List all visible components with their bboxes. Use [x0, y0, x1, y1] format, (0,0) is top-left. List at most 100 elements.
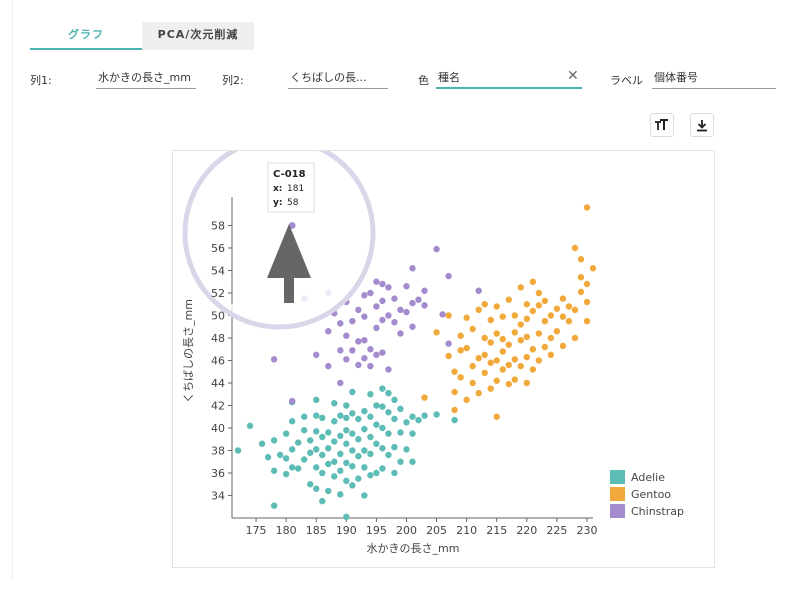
clear-icon[interactable]: ✕ [567, 68, 579, 84]
data-point [282, 455, 290, 462]
data-point [355, 475, 362, 482]
data-point [343, 414, 350, 422]
tooltip-y-value: 58 [287, 198, 299, 208]
data-point [535, 289, 543, 297]
data-point [463, 396, 470, 404]
scatter-chart: 175 180 185 190 195 200 205 210 215 220 225 230 34 36… [182, 151, 684, 555]
data-point [331, 458, 338, 465]
data-point [517, 284, 524, 291]
download-icon [697, 119, 707, 131]
x-tick-label: 200 [396, 524, 417, 537]
data-point [553, 305, 561, 312]
data-point [373, 278, 380, 285]
x-tick-label: 195 [366, 524, 387, 537]
y-tick-label: 52 [211, 287, 225, 300]
data-point [409, 413, 416, 420]
data-point [517, 337, 524, 344]
data-point [349, 447, 356, 454]
data-point [325, 460, 332, 468]
data-point [367, 362, 374, 370]
data-point [379, 445, 386, 452]
data-point [481, 351, 488, 359]
download-button[interactable] [690, 113, 714, 137]
data-point [361, 313, 368, 320]
y-tick-label: 48 [211, 332, 225, 345]
data-point [475, 355, 482, 362]
data-point [331, 418, 338, 425]
data-point [373, 351, 380, 359]
y-tick-label: 56 [211, 242, 225, 255]
data-point [481, 334, 488, 342]
data-point [553, 328, 561, 335]
tab-graph[interactable]: グラフ [30, 22, 142, 50]
data-point [361, 492, 368, 499]
data-point [547, 334, 555, 342]
data-point [487, 339, 494, 346]
data-point [403, 283, 410, 290]
data-point [337, 412, 344, 419]
data-point [403, 308, 410, 316]
data-point [379, 297, 386, 305]
data-point [355, 436, 362, 443]
label-select[interactable]: 個体番号 [652, 67, 776, 89]
data-point [541, 343, 549, 351]
data-point [541, 317, 549, 325]
data-point [577, 256, 585, 263]
y-tick-label: 58 [211, 220, 225, 233]
data-point [403, 446, 410, 453]
data-point [270, 356, 278, 363]
data-point [325, 362, 332, 370]
data-point [349, 388, 356, 396]
data-point [571, 244, 579, 252]
y-tick-label: 38 [211, 445, 225, 458]
data-point [445, 352, 452, 360]
data-point [415, 296, 422, 303]
data-point [499, 313, 506, 320]
data-point [523, 379, 531, 387]
data-point [325, 328, 332, 335]
y-tick-label: 44 [211, 377, 225, 390]
col2-select[interactable]: くちばしの長... [288, 67, 388, 89]
col1-select[interactable]: 水かきの長さ_mm [96, 67, 196, 89]
data-point [349, 347, 356, 354]
data-point [307, 437, 314, 444]
data-point [391, 443, 398, 451]
data-point [319, 469, 326, 477]
data-point [325, 445, 332, 452]
color-label: 色 [418, 74, 429, 87]
data-point [337, 467, 344, 474]
y-axis-label: くちばしの長さ_mm [182, 299, 195, 403]
data-point [577, 274, 585, 281]
data-point [379, 385, 386, 392]
data-point [385, 451, 392, 459]
data-point [541, 297, 549, 305]
font-size-button[interactable] [650, 113, 674, 137]
data-point [481, 301, 488, 308]
data-point [457, 332, 464, 339]
color-input[interactable]: 種名 [436, 67, 582, 89]
data-point [409, 458, 416, 465]
data-point [379, 403, 386, 410]
data-point [276, 451, 284, 459]
data-point [451, 416, 458, 424]
data-point [355, 452, 362, 460]
data-point [499, 335, 506, 343]
data-point [331, 473, 338, 480]
tab-pca[interactable]: PCA/次元削減 [142, 22, 254, 50]
data-point [270, 437, 278, 444]
data-point [589, 265, 597, 272]
data-point [571, 306, 579, 314]
data-point [505, 380, 512, 388]
legend-label: Adelie [631, 471, 665, 484]
y-tick-label: 34 [211, 490, 225, 503]
data-point [475, 287, 482, 294]
data-point [343, 513, 350, 521]
view-tabs: グラフ PCA/次元削減 [30, 22, 254, 50]
data-point [397, 405, 404, 413]
y-tick-label: 46 [211, 355, 225, 368]
data-point [331, 438, 338, 445]
data-point [288, 418, 296, 425]
data-point [505, 341, 512, 348]
highlight-overlay: 52 54 56 58 C-018 x: 181 y: 58 [182, 151, 376, 330]
data-point [361, 447, 368, 454]
